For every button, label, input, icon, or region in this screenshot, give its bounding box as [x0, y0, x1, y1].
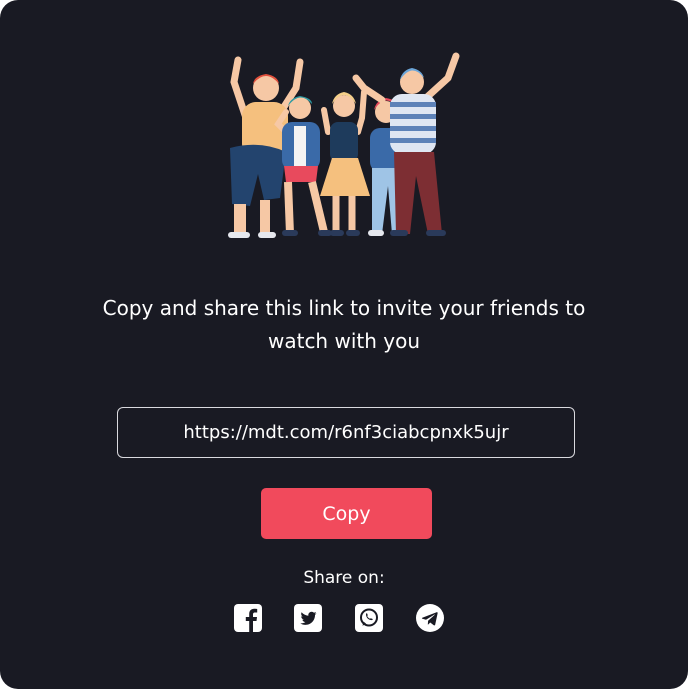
telegram-icon[interactable] [415, 603, 445, 633]
friends-illustration [228, 52, 460, 238]
person-3 [320, 89, 370, 236]
copy-button[interactable]: Copy [261, 488, 432, 539]
invite-link-field[interactable]: https://mdt.com/r6nf3ciabcpnxk5ujr [117, 407, 575, 458]
invite-card: Copy and share this link to invite your … [0, 0, 688, 689]
share-label: Share on: [303, 568, 385, 588]
share-icons-row [231, 603, 461, 634]
facebook-icon[interactable] [233, 603, 263, 633]
twitter-icon[interactable] [293, 603, 323, 633]
invite-message: Copy and share this link to invite your … [102, 296, 586, 353]
whatsapp-icon[interactable] [354, 603, 384, 633]
